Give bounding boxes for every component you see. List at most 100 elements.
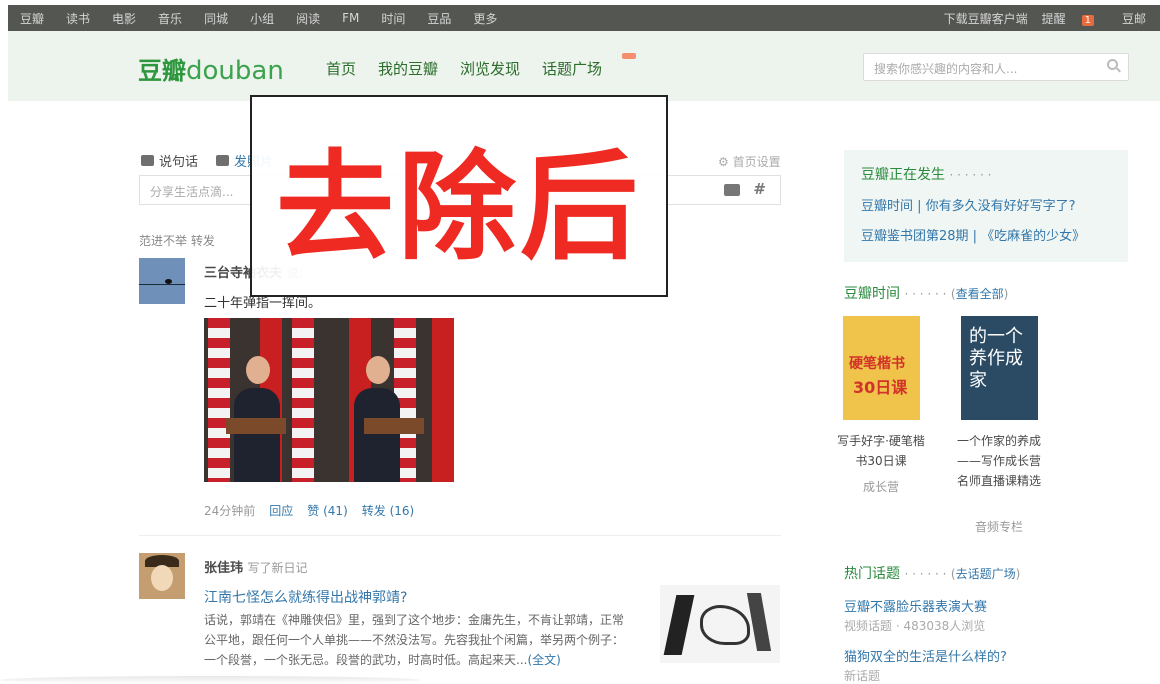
- person: [234, 388, 280, 482]
- post-author: 张佳玮 写了新日记: [204, 557, 308, 576]
- like-link[interactable]: 赞 (41): [307, 502, 347, 519]
- happening-panel: 豆瓣正在发生 · · · · · · 豆瓣时间 | 你有多久没有好好写字了? 豆…: [844, 150, 1128, 262]
- podium: [364, 418, 424, 434]
- remind-count-badge: 1: [1081, 14, 1094, 26]
- diary-title-link[interactable]: 江南七怪怎么就练得出战神郭靖?: [204, 587, 407, 607]
- global-nav-music[interactable]: 音乐: [158, 10, 182, 27]
- avatar-wire: [139, 284, 185, 285]
- watermark-overlay: 去除后: [250, 95, 668, 297]
- book-cover-text: 硬笔楷书: [849, 356, 905, 372]
- repost-link[interactable]: 转发 (16): [362, 502, 414, 519]
- post-time[interactable]: 24分钟前: [204, 502, 255, 519]
- book-title-link[interactable]: 写手好字·硬笔楷书30日课: [836, 431, 926, 471]
- global-nav-book[interactable]: 读书: [66, 10, 90, 27]
- podium: [226, 418, 286, 434]
- main-nav: 首页 我的豆瓣 浏览发现 话题广场: [326, 53, 646, 79]
- time-title: 豆瓣时间: [844, 286, 900, 302]
- book-cover-text: 30日课: [853, 378, 908, 397]
- speech-bubble-icon: [141, 155, 154, 166]
- global-nav-market[interactable]: 豆品: [427, 10, 451, 27]
- paren: ): [1015, 567, 1021, 581]
- topics-section-title: 热门话题 · · · · · · (去话题广场): [844, 563, 1020, 583]
- happening-title: 豆瓣正在发生 · · · · · ·: [861, 164, 1111, 184]
- global-nav-local[interactable]: 同城: [204, 10, 228, 27]
- remind-label: 提醒: [1041, 11, 1066, 26]
- global-nav-time[interactable]: 时间: [381, 10, 405, 27]
- new-badge-icon: [622, 53, 637, 59]
- dots: · · · · · ·: [904, 567, 947, 581]
- post-photo[interactable]: [204, 318, 454, 482]
- remind-link[interactable]: 提醒 1: [1042, 10, 1108, 27]
- flag-us: [208, 318, 230, 482]
- global-nav-fm[interactable]: FM: [342, 11, 359, 25]
- reply-link[interactable]: 回应: [269, 502, 293, 519]
- watermark-text: 去除后: [275, 137, 642, 276]
- mail-link[interactable]: 豆邮: [1122, 10, 1146, 27]
- diary-thumbnail[interactable]: [660, 585, 780, 663]
- home-settings-label: 首页设置: [732, 155, 781, 169]
- status-placeholder: 分享生活点滴...: [150, 185, 234, 199]
- global-nav-douban[interactable]: 豆瓣: [20, 10, 44, 27]
- site-header: 豆瓣douban 首页 我的豆瓣 浏览发现 话题广场 搜索你感兴趣的内容和人..…: [8, 31, 1160, 101]
- post-author-link[interactable]: 张佳玮: [204, 561, 243, 576]
- download-app-link[interactable]: 下载豆瓣客户端: [944, 10, 1028, 27]
- read-full-link[interactable]: (全文): [527, 653, 560, 667]
- flag-cn: [432, 318, 454, 482]
- ink-stroke: [663, 595, 695, 655]
- global-nav-group[interactable]: 小组: [250, 10, 274, 27]
- time-section-title: 豆瓣时间 · · · · · · (查看全部): [844, 283, 1008, 303]
- tab-say[interactable]: 说句话: [141, 151, 198, 170]
- logo-cn: 豆瓣: [138, 57, 186, 85]
- hashtag-icon[interactable]: #: [753, 180, 766, 198]
- avatar[interactable]: [139, 553, 185, 599]
- paren: ): [1003, 287, 1009, 301]
- post-verb: 写了新日记: [247, 561, 308, 575]
- happening-title-label: 豆瓣正在发生: [861, 167, 945, 183]
- global-nav-read[interactable]: 阅读: [296, 10, 320, 27]
- book-cover[interactable]: 硬笔楷书 30日课: [843, 316, 920, 420]
- avatar[interactable]: [139, 258, 185, 304]
- tab-say-label: 说句话: [159, 155, 199, 170]
- global-nav-more[interactable]: 更多: [473, 10, 497, 27]
- happening-link[interactable]: 豆瓣时间 | 你有多久没有好好写字了?: [861, 195, 1111, 214]
- book-cover-text: 的一个养作成家: [969, 326, 1023, 391]
- diary-excerpt: 话说，郭靖在《神雕侠侣》里，强到了这个地步：金庸先生，不肯让郭靖，正常公平地，跟…: [204, 610, 634, 670]
- search-icon[interactable]: [1107, 59, 1118, 70]
- book-subtitle: 音频专栏: [974, 520, 1023, 534]
- camera-icon[interactable]: [724, 184, 740, 196]
- nav-home[interactable]: 首页: [326, 58, 356, 79]
- feed-filters[interactable]: 范进不举 转发: [139, 232, 215, 249]
- person-head: [366, 356, 390, 384]
- book-title-link[interactable]: 一个作家的养成——写作成长营名师直播课精选: [954, 431, 1044, 491]
- topic-link[interactable]: 猫狗双全的生活是什么样的?: [844, 646, 1007, 665]
- search-input[interactable]: 搜索你感兴趣的内容和人...: [863, 53, 1129, 81]
- avatar-face: [151, 565, 173, 591]
- feed-divider: [139, 535, 781, 536]
- book-subtitle: 成长营: [862, 480, 899, 494]
- douban-logo[interactable]: 豆瓣douban: [138, 51, 284, 86]
- nav-my-douban[interactable]: 我的豆瓣: [378, 58, 438, 79]
- person: [354, 388, 400, 482]
- topics-more-link[interactable]: 去话题广场: [956, 567, 1016, 581]
- logo-latin: douban: [186, 56, 284, 86]
- topic-link[interactable]: 豆瓣不露脸乐器表演大赛: [844, 596, 987, 615]
- nav-topics-label: 话题广场: [542, 60, 603, 78]
- topic-meta: 视频话题 · 483038人浏览: [844, 619, 986, 633]
- home-settings-link[interactable]: ⚙ 首页设置: [718, 153, 781, 170]
- nav-explore[interactable]: 浏览发现: [460, 58, 520, 79]
- avatar-bird: [165, 279, 172, 284]
- dots: · · · · · ·: [904, 287, 947, 301]
- happening-link[interactable]: 豆瓣鉴书团第28期 | 《吃麻雀的少女》: [861, 225, 1111, 244]
- ink-stroke: [700, 605, 750, 645]
- topics-title: 热门话题: [844, 566, 900, 582]
- flag-us: [292, 318, 314, 482]
- person-head: [246, 356, 270, 384]
- page-edge-shadow: [0, 676, 420, 684]
- nav-topics[interactable]: 话题广场: [542, 53, 637, 79]
- time-more-link[interactable]: 查看全部: [956, 287, 1004, 301]
- dots: · · · · · ·: [949, 168, 992, 182]
- post-meta: 24分钟前 回应 赞 (41) 转发 (16): [204, 502, 428, 519]
- topic-meta: 新话题: [844, 669, 881, 683]
- global-nav-movie[interactable]: 电影: [112, 10, 136, 27]
- book-cover[interactable]: 的一个养作成家: [961, 316, 1038, 420]
